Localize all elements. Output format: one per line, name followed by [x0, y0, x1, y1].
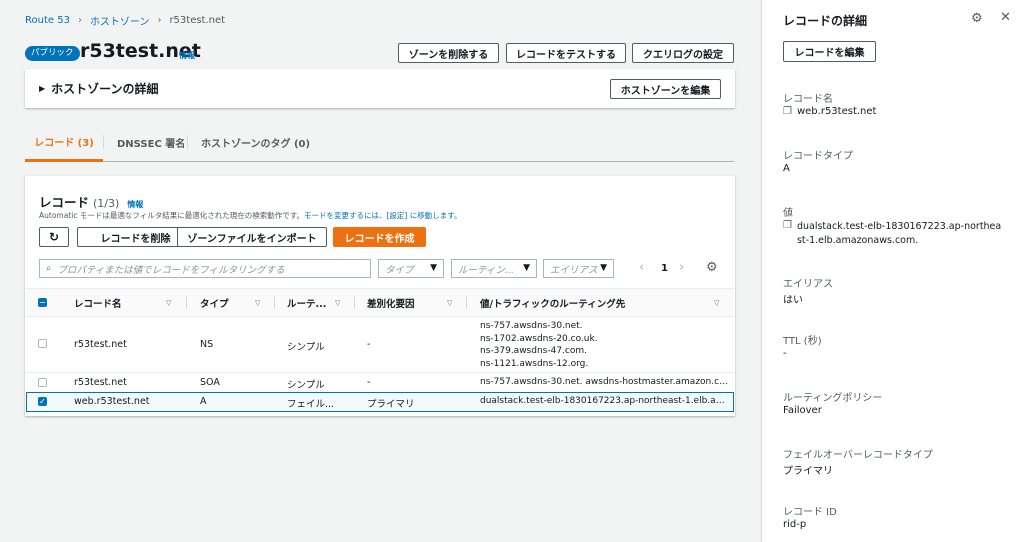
col-value[interactable]: 値/トラフィックのルーティング先 [480, 289, 625, 317]
caret-down-icon: ▼ [430, 263, 437, 273]
refresh-icon: ↻ [48, 230, 60, 244]
tab-dnssec[interactable]: DNSSEC 署名 [117, 123, 185, 161]
caret-down-icon: ▼ [600, 263, 607, 273]
field-label: フェイルオーバーレコードタイプ [783, 450, 933, 461]
field-value: ❐ dualstack.test-elb-1830167223.ap-north… [783, 220, 1002, 248]
table-row-selected[interactable]: ✓ web.r53test.net A フェイル... プライマリ dualst… [26, 392, 734, 412]
field-label: ルーティングポリシー [783, 393, 883, 404]
cell-value: ns-757.awsdns-30.net. awsdns-hostmaster.… [480, 377, 730, 387]
cell-differentiator: - [367, 339, 371, 350]
field-label: レコード ID [783, 507, 837, 518]
field-value: ❐ web.r53test.net [783, 106, 877, 117]
alias-select[interactable]: エイリアス ▼ [543, 259, 614, 278]
field-label: 値 [783, 208, 793, 219]
close-icon[interactable]: ✕ [1000, 10, 1011, 25]
sort-icon[interactable]: ▽ [335, 299, 340, 307]
breadcrumb: Route 53 › ホストゾーン › r53test.net [25, 13, 225, 28]
table-header: − レコード名 ▽ タイプ ▽ ルーテ... ▽ 差別化要因 ▽ 値/トラフィッ… [26, 288, 734, 317]
info-link[interactable]: 情報 [179, 50, 195, 61]
cell-routing: シンプル [287, 380, 325, 391]
chevron-right-icon: › [77, 15, 82, 26]
caret-down-icon: ▼ [523, 263, 530, 273]
caret-right-icon: ▶ [39, 84, 46, 93]
zone-details-card: ▶ ホストゾーンの詳細 ホストゾーンを編集 [25, 69, 735, 108]
sort-icon[interactable]: ▽ [255, 299, 260, 307]
table-row[interactable]: r53test.net NS シンプル - ns-757.awsdns-30.n… [26, 316, 734, 373]
cell-record-name: web.r53test.net [74, 396, 150, 407]
cell-type: A [200, 396, 207, 407]
row-checkbox[interactable] [38, 378, 47, 387]
settings-gear-icon[interactable]: ⚙ [706, 260, 718, 275]
edit-record-button[interactable]: レコードを編集 [783, 41, 876, 62]
copy-icon[interactable]: ❐ [783, 220, 792, 248]
sort-icon[interactable]: ▽ [447, 299, 452, 307]
public-badge: パブリック [25, 46, 80, 61]
col-differentiator[interactable]: 差別化要因 [367, 289, 415, 317]
field-label: エイリアス [783, 279, 833, 290]
record-details-panel: レコードの詳細 ⚙ ✕ レコードを編集 レコード名 ❐ web.r53test.… [761, 0, 1024, 542]
row-checkbox[interactable] [38, 339, 47, 348]
col-type[interactable]: タイプ [200, 289, 229, 317]
sort-icon[interactable]: ▽ [166, 299, 171, 307]
settings-link[interactable]: モードを変更するには、[設定] に移動します。 [304, 211, 462, 220]
tab-zone-tags[interactable]: ホストゾーンのタグ (0) [201, 123, 310, 161]
prev-page-icon[interactable]: ‹ [639, 260, 644, 275]
sort-icon[interactable]: ▽ [714, 299, 719, 307]
panel-title: レコードの詳細 [783, 14, 868, 28]
edit-zone-button[interactable]: ホストゾーンを編集 [610, 79, 721, 99]
copy-icon[interactable]: ❐ [783, 106, 792, 117]
chevron-right-icon: › [157, 15, 162, 26]
col-record-name[interactable]: レコード名 [74, 289, 122, 317]
field-value: rid-p [783, 519, 807, 530]
field-value: プライマリ [783, 466, 833, 477]
cell-routing: シンプル [287, 342, 325, 353]
records-description: Automatic モードは最適なフィルタ結果に最適化された現在の検索動作です。… [39, 211, 462, 220]
type-select[interactable]: タイプ ▼ [378, 259, 444, 278]
cell-value: ns-757.awsdns-30.net. ns-1702.awsdns-20.… [480, 321, 598, 369]
select-all-checkbox[interactable]: − [38, 298, 47, 307]
col-routing[interactable]: ルーテ... [287, 289, 326, 317]
next-page-icon[interactable]: › [679, 260, 684, 275]
breadcrumb-route53[interactable]: Route 53 [25, 15, 70, 26]
records-table: − レコード名 ▽ タイプ ▽ ルーテ... ▽ 差別化要因 ▽ 値/トラフィッ… [26, 288, 734, 416]
import-zone-file-button[interactable]: ゾーンファイルをインポート [177, 227, 327, 247]
tab-records[interactable]: レコード (3) [25, 123, 103, 162]
cell-routing: フェイル... [287, 399, 335, 410]
field-value: - [783, 348, 787, 359]
tabs: レコード (3) DNSSEC 署名 ホストゾーンのタグ (0) [25, 123, 734, 162]
routing-select[interactable]: ルーティン... ▼ [451, 259, 537, 278]
filter-input[interactable]: ⌕ プロパティまたは値でレコードをフィルタリングする [39, 259, 371, 278]
field-label: レコード名 [783, 94, 833, 105]
cell-value: dualstack.test-elb-1830167223.ap-northea… [480, 396, 730, 406]
delete-zone-button[interactable]: ゾーンを削除する [398, 43, 499, 63]
zone-details-title: ホストゾーンの詳細 [51, 82, 159, 96]
records-title: レコード [39, 195, 90, 210]
search-icon: ⌕ [46, 263, 52, 274]
row-checkbox[interactable]: ✓ [38, 397, 47, 406]
query-log-button[interactable]: クエリログの設定 [632, 43, 734, 63]
cell-differentiator: - [367, 377, 371, 388]
cell-type: NS [200, 339, 214, 350]
page-number[interactable]: 1 [661, 263, 668, 274]
create-record-button[interactable]: レコードを作成 [333, 227, 426, 247]
field-value: Failover [783, 405, 822, 416]
cell-record-name: r53test.net [74, 339, 127, 350]
records-count: (1/3) [93, 197, 120, 210]
field-label: レコードタイプ [783, 151, 853, 162]
test-record-button[interactable]: レコードをテストする [506, 43, 626, 63]
breadcrumb-hosted-zones[interactable]: ホストゾーン [90, 13, 150, 28]
cell-record-name: r53test.net [74, 377, 127, 388]
zone-details-toggle[interactable]: ▶ ホストゾーンの詳細 [39, 80, 159, 97]
breadcrumb-current: r53test.net [169, 15, 226, 26]
records-card: レコード (1/3) 情報 Automatic モードは最適なフィルタ結果に最適… [25, 176, 735, 416]
table-row[interactable]: r53test.net SOA シンプル - ns-757.awsdns-30.… [26, 372, 734, 393]
field-value: はい [783, 295, 803, 306]
field-label: TTL (秒) [783, 336, 822, 347]
cell-differentiator: プライマリ [367, 399, 415, 410]
gear-icon[interactable]: ⚙ [971, 11, 983, 26]
field-value: A [783, 163, 790, 174]
cell-type: SOA [200, 377, 220, 388]
refresh-button[interactable]: ↻ [39, 227, 69, 247]
records-info-link[interactable]: 情報 [127, 199, 143, 210]
